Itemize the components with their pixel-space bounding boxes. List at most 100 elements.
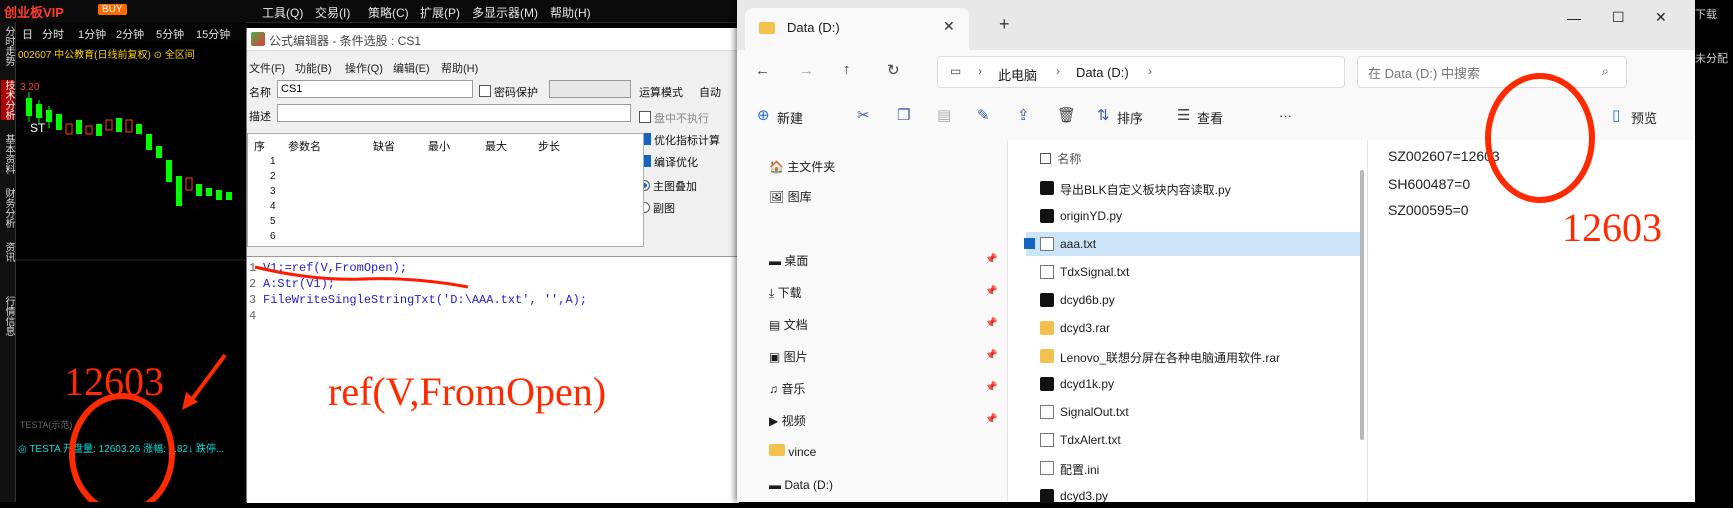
file-row[interactable]: dcyd1k.py xyxy=(1026,372,1364,396)
minimize-button[interactable]: — xyxy=(1567,10,1581,26)
rename-icon[interactable]: ✎ xyxy=(977,106,990,124)
tdx-menu-tools[interactable]: 工具(Q) xyxy=(262,4,303,21)
vtab-finance[interactable]: 财务分析 xyxy=(1,188,14,228)
up-arrow-icon[interactable]: ↑ xyxy=(843,61,851,78)
tdx-vertical-tabs: 分时走势 技术分析 基本资料 财务分析 资讯 行情信息 xyxy=(0,22,16,502)
tdx-menu-strategy[interactable]: 策略(C) xyxy=(368,4,409,21)
check-optimize-calc[interactable]: 优化指标计算 xyxy=(639,132,720,148)
file-row[interactable]: SignalOut.txt xyxy=(1026,400,1364,424)
explorer-tab[interactable]: Data (D:) ✕ xyxy=(745,8,969,50)
param-table[interactable]: 序 参数名 缺省 最小 最大 步长 1 2 3 4 5 6 xyxy=(247,133,644,247)
vtab-technical[interactable]: 技术分析 xyxy=(1,80,14,120)
password-field xyxy=(549,80,631,98)
new-tab-button[interactable]: + xyxy=(999,14,1010,35)
name-input[interactable] xyxy=(277,80,473,98)
candlestick-chart[interactable] xyxy=(16,90,246,330)
file-row[interactable]: dcyd3.rar xyxy=(1026,316,1364,340)
more-button[interactable]: ··· xyxy=(1279,108,1292,123)
nav-gallery[interactable]: 🖼 图库 xyxy=(769,188,812,205)
back-arrow-icon[interactable]: ← xyxy=(755,62,770,79)
breadcrumb-data-drive[interactable]: Data (D:) xyxy=(1076,65,1129,80)
file-list-scrollbar[interactable] xyxy=(1360,170,1364,440)
vtab-intraday[interactable]: 分时走势 xyxy=(1,26,14,66)
paste-icon[interactable]: ▤ xyxy=(937,106,951,124)
new-button[interactable]: 新建 xyxy=(777,108,803,127)
tdx-menu-trade[interactable]: 交易(I) xyxy=(315,4,350,21)
period-intraday[interactable]: 分时 xyxy=(42,26,64,42)
file-row[interactable]: dcyd3.py xyxy=(1026,484,1364,508)
delete-icon[interactable]: 🗑 xyxy=(1057,106,1076,124)
column-name-header[interactable]: 名称 xyxy=(1040,150,1081,167)
period-2min[interactable]: 2分钟 xyxy=(116,26,144,42)
share-icon[interactable]: ⇪ xyxy=(1017,106,1030,124)
tdx-menu-monitor[interactable]: 多显示器(M) xyxy=(472,4,538,21)
view-button[interactable]: 查看 xyxy=(1197,108,1223,127)
file-list: 名称 导出BLK自定义板块内容读取.py originYD.py aaa.txt… xyxy=(1007,140,1368,503)
editor-menu-help[interactable]: 帮助(H) xyxy=(441,60,478,76)
pin-icon[interactable]: 📌 xyxy=(985,318,997,329)
nav-data-drive[interactable]: ▬ Data (D:) xyxy=(769,478,833,492)
nav-documents[interactable]: ▤ 文档 xyxy=(769,316,808,333)
maximize-button[interactable]: ☐ xyxy=(1612,9,1625,26)
tdx-menu-extend[interactable]: 扩展(P) xyxy=(420,4,460,21)
nav-vince[interactable]: vince xyxy=(769,444,816,459)
file-row[interactable]: Lenovo_联想分屏在各种电脑通用软件.rar xyxy=(1026,344,1364,368)
check-no-intraday[interactable]: 盘中不执行 xyxy=(639,110,709,126)
copy-icon[interactable]: ❐ xyxy=(897,106,910,124)
annotation-value-right: 12603 xyxy=(1562,205,1662,250)
pin-icon[interactable]: 📌 xyxy=(985,254,997,265)
cut-icon[interactable]: ✂ xyxy=(857,106,870,124)
pin-icon[interactable]: 📌 xyxy=(985,414,997,425)
search-box[interactable]: ⌕ xyxy=(1357,56,1627,88)
radio-sub-chart[interactable]: 副图 xyxy=(639,200,675,216)
pin-icon[interactable]: 📌 xyxy=(985,286,997,297)
pin-icon[interactable]: 📌 xyxy=(985,350,997,361)
file-row-selected[interactable]: aaa.txt xyxy=(1024,232,1364,256)
param-row-num: 6 xyxy=(270,231,276,242)
vtab-news[interactable]: 资讯 xyxy=(1,242,14,262)
period-15min[interactable]: 15分钟 xyxy=(196,26,230,42)
nav-videos[interactable]: ▶ 视频 xyxy=(769,412,806,429)
period-day[interactable]: 日 xyxy=(22,26,33,42)
editor-menu-operate[interactable]: 操作(Q) xyxy=(345,60,383,76)
nav-desktop[interactable]: ▬ 桌面 xyxy=(769,252,808,269)
vtab-quotes[interactable]: 行情信息 xyxy=(1,296,14,336)
vtab-basic[interactable]: 基本资料 xyxy=(1,134,14,174)
file-row[interactable]: TdxSignal.txt xyxy=(1026,260,1364,284)
tdx-menu-help[interactable]: 帮助(H) xyxy=(550,4,591,21)
file-row[interactable]: TdxAlert.txt xyxy=(1026,428,1364,452)
period-1min[interactable]: 1分钟 xyxy=(78,26,106,42)
candle xyxy=(56,114,62,130)
file-row[interactable]: 导出BLK自定义板块内容读取.py xyxy=(1026,176,1364,200)
editor-menu-file[interactable]: 文件(F) xyxy=(249,60,285,76)
nav-music[interactable]: ♫ 音乐 xyxy=(769,380,805,397)
check-compile-optimize[interactable]: 编译优化 xyxy=(639,154,698,170)
file-row[interactable]: dcyd6b.py xyxy=(1026,288,1364,312)
param-col-name: 参数名 xyxy=(288,141,321,153)
candle xyxy=(166,160,172,182)
search-input[interactable] xyxy=(1366,61,1600,85)
period-5min[interactable]: 5分钟 xyxy=(156,26,184,42)
editor-menu-function[interactable]: 功能(B) xyxy=(295,60,332,76)
close-tab-icon[interactable]: ✕ xyxy=(943,18,955,35)
breadcrumb-this-pc[interactable]: 此电脑 xyxy=(998,65,1037,84)
nav-downloads[interactable]: ⤓ 下载 xyxy=(769,284,802,301)
nav-pictures[interactable]: ▣ 图片 xyxy=(769,348,808,365)
editor-menu-edit[interactable]: 编辑(E) xyxy=(393,60,430,76)
nav-home[interactable]: 🏠 主文件夹 xyxy=(769,158,835,175)
row-checkbox[interactable] xyxy=(1024,238,1035,249)
line-number: 3 xyxy=(249,293,257,307)
preview-button[interactable]: 预览 xyxy=(1631,108,1657,127)
file-row[interactable]: 配置.ini xyxy=(1026,456,1364,480)
sort-button[interactable]: 排序 xyxy=(1117,108,1143,127)
close-window-button[interactable]: ✕ xyxy=(1655,9,1667,26)
radio-main-overlay[interactable]: 主图叠加 xyxy=(639,178,697,194)
mode-select[interactable]: 自动 xyxy=(699,84,721,100)
pin-icon[interactable]: 📌 xyxy=(985,382,997,393)
desc-input[interactable] xyxy=(277,104,631,122)
refresh-icon[interactable]: ↻ xyxy=(887,61,900,79)
forward-arrow-icon[interactable]: → xyxy=(799,62,814,79)
password-checkbox[interactable]: 密码保护 xyxy=(479,84,538,100)
address-bar[interactable]: ▭ › 此电脑 › Data (D:) › xyxy=(937,56,1345,88)
file-row[interactable]: originYD.py xyxy=(1026,204,1364,228)
